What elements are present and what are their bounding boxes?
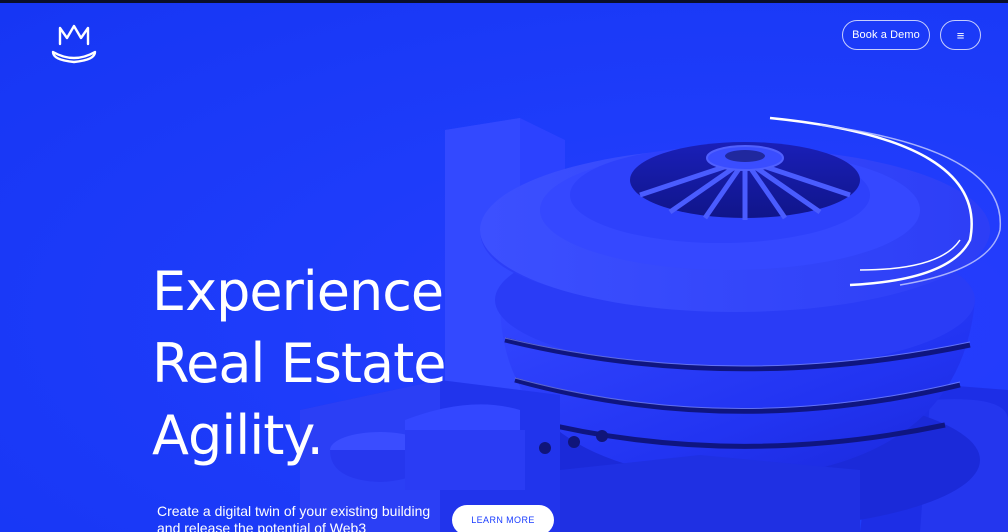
page: Book a Demo ≡ Experience Real Estate Agi… bbox=[0, 0, 1008, 532]
hero-subtext: Create a digital twin of your existing b… bbox=[157, 503, 457, 532]
hero-headline: Experience Real Estate Agility. bbox=[152, 256, 446, 472]
hamburger-menu-icon[interactable]: ≡ bbox=[940, 20, 981, 50]
book-demo-button[interactable]: Book a Demo bbox=[842, 20, 930, 50]
subtext-line-1: Create a digital twin of your existing b… bbox=[157, 503, 431, 519]
subtext-line-2: and release the potential of Web3 bbox=[157, 520, 367, 532]
book-demo-label: Book a Demo bbox=[852, 29, 920, 41]
top-strip bbox=[0, 0, 1008, 3]
crowned-m-logo-icon[interactable] bbox=[48, 22, 100, 66]
menu-glyph: ≡ bbox=[956, 27, 965, 43]
headline-line-2: Real Estate bbox=[152, 332, 446, 395]
learn-more-button[interactable]: LEARN MORE bbox=[452, 505, 554, 532]
learn-more-label: LEARN MORE bbox=[471, 515, 535, 525]
headline-line-3: Agility. bbox=[152, 404, 324, 467]
headline-line-1: Experience bbox=[152, 260, 444, 323]
